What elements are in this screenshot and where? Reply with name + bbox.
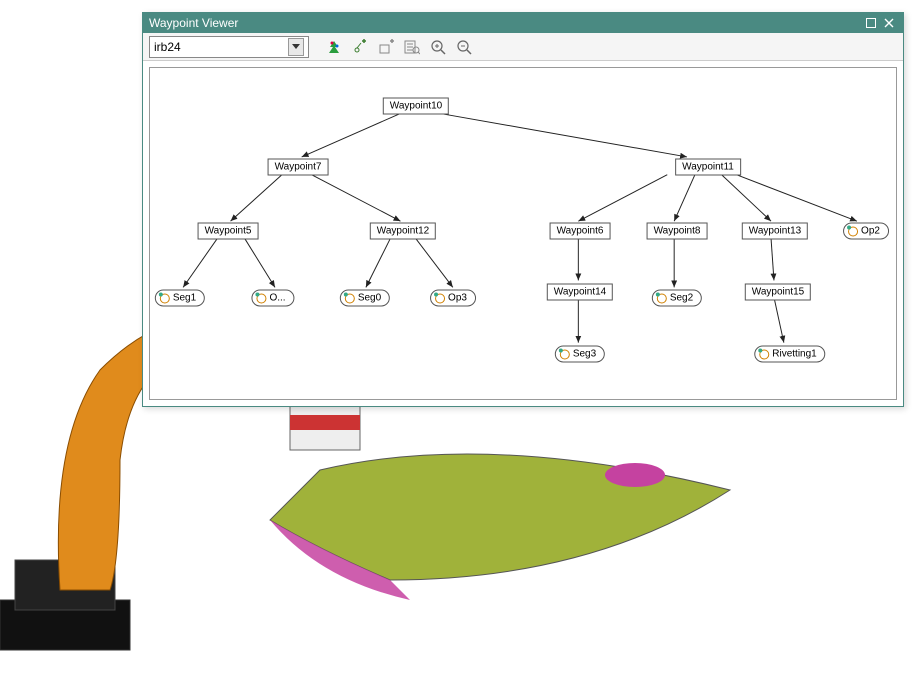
leaf-o[interactable]: O... (251, 290, 294, 307)
node-waypoint8[interactable]: Waypoint8 (647, 223, 708, 240)
segment-icon (657, 293, 667, 303)
robot-select-dropdown[interactable]: irb24 (149, 36, 309, 58)
leaf-seg0[interactable]: Seg0 (340, 290, 390, 307)
leaf-seg2[interactable]: Seg2 (652, 290, 702, 307)
node-waypoint12[interactable]: Waypoint12 (370, 223, 436, 240)
segment-icon (759, 349, 769, 359)
node-waypoint7[interactable]: Waypoint7 (268, 159, 329, 176)
leaf-seg3[interactable]: Seg3 (555, 346, 605, 363)
leaf-op3[interactable]: Op3 (430, 290, 476, 307)
node-waypoint11[interactable]: Waypoint11 (675, 159, 741, 176)
toolbar: irb24 (143, 33, 903, 61)
close-icon[interactable] (881, 15, 897, 31)
leaf-op2[interactable]: Op2 (843, 223, 889, 240)
node-waypoint10[interactable]: Waypoint10 (383, 98, 449, 115)
node-waypoint5[interactable]: Waypoint5 (198, 223, 259, 240)
node-waypoint6[interactable]: Waypoint6 (550, 223, 611, 240)
segment-icon (435, 293, 445, 303)
zoom-in-icon[interactable] (427, 36, 449, 58)
zoom-out-icon[interactable] (453, 36, 475, 58)
maximize-icon[interactable] (863, 15, 879, 31)
leaf-rivetting1[interactable]: Rivetting1 (754, 346, 825, 363)
node-waypoint14[interactable]: Waypoint14 (547, 284, 613, 301)
segment-icon (160, 293, 170, 303)
segment-icon (256, 293, 266, 303)
segment-icon (560, 349, 570, 359)
node-waypoint15[interactable]: Waypoint15 (745, 284, 811, 301)
dropdown-value: irb24 (154, 40, 181, 54)
segment-icon (345, 293, 355, 303)
segment-icon (848, 226, 858, 236)
leaf-seg1[interactable]: Seg1 (155, 290, 205, 307)
tree-canvas[interactable]: Waypoint10 Waypoint7 Waypoint11 Waypoint… (149, 67, 897, 400)
tree-color-icon[interactable] (323, 36, 345, 58)
add-node-icon[interactable] (349, 36, 371, 58)
titlebar: Waypoint Viewer (143, 13, 903, 33)
add-box-icon[interactable] (375, 36, 397, 58)
find-in-list-icon[interactable] (401, 36, 423, 58)
window-title: Waypoint Viewer (149, 16, 238, 30)
waypoint-viewer-window: Waypoint Viewer irb24 (142, 12, 904, 407)
chevron-down-icon[interactable] (288, 38, 304, 56)
node-waypoint13[interactable]: Waypoint13 (742, 223, 808, 240)
